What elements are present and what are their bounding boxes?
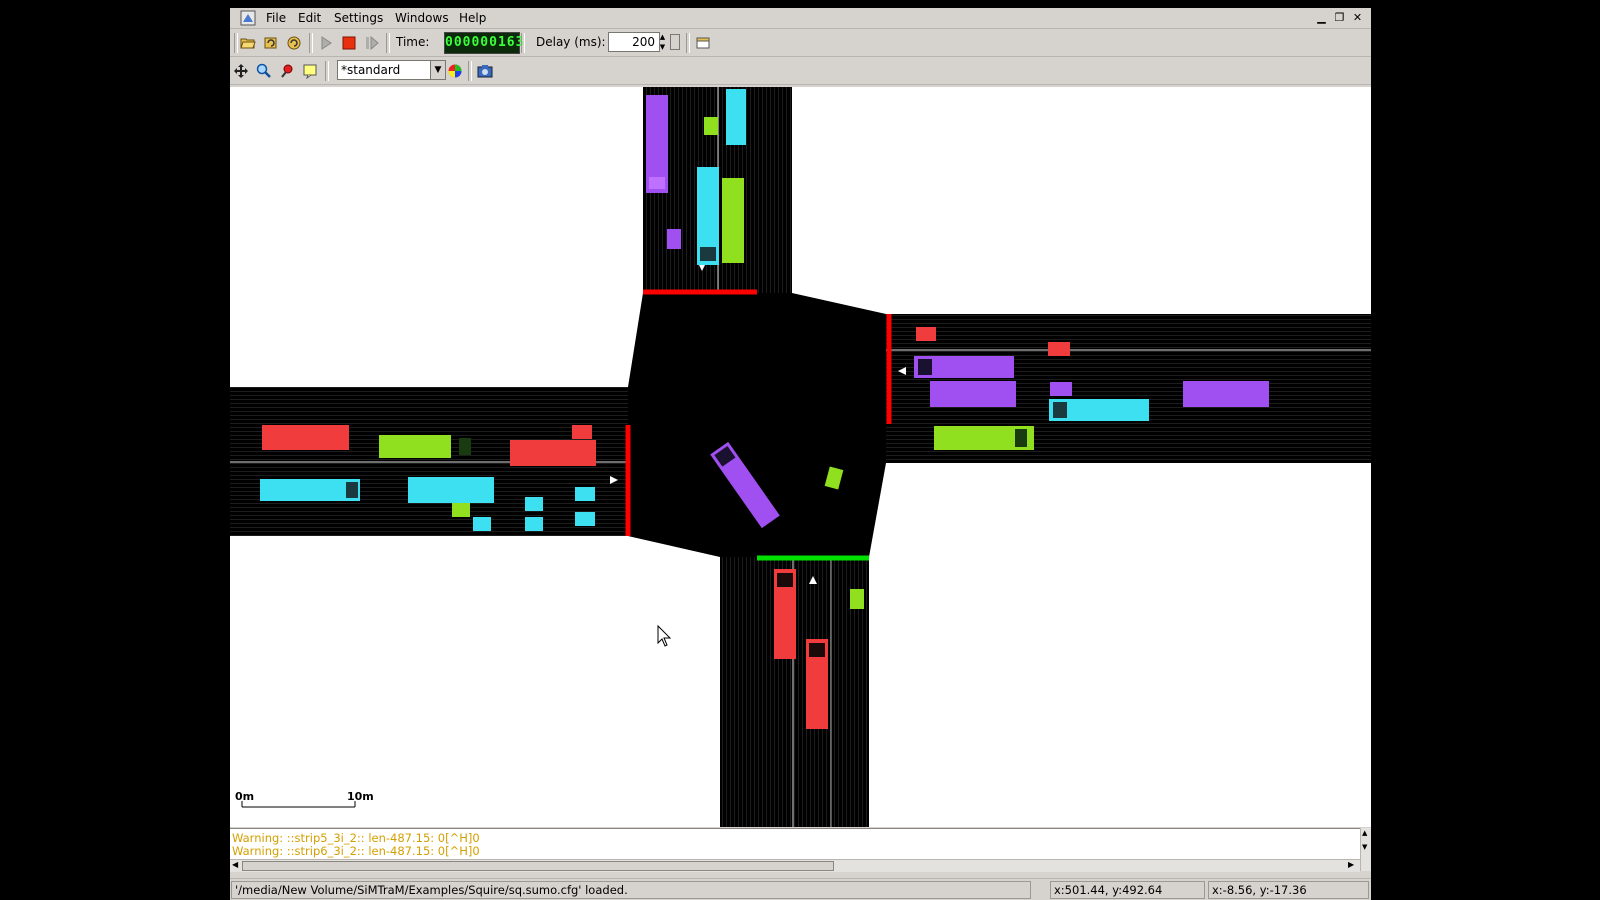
menu-file[interactable]: File <box>266 11 286 25</box>
simulation-toolbar: Time: 000000163 Delay (ms): 200 ▲ ▼ <box>230 29 1371 57</box>
vehicle-small <box>473 517 491 531</box>
status-bar: '/media/New Volume/SiMTraM/Examples/Squi… <box>230 878 1371 900</box>
vehicle-small <box>850 589 864 609</box>
menu-windows[interactable]: Windows <box>395 11 449 25</box>
scrollbar-thumb[interactable] <box>242 861 834 871</box>
toolbar-separator <box>468 61 472 81</box>
vehicle-small <box>667 229 681 249</box>
app-icon <box>240 10 256 26</box>
vehicle-bus-cab <box>649 177 665 189</box>
reload-icon[interactable] <box>261 33 281 53</box>
time-display: 000000163 <box>444 32 523 54</box>
view-toolbar: *standard ▼ <box>230 57 1371 85</box>
scale-end-label: 10m <box>347 790 374 803</box>
vehicle-car <box>726 89 746 145</box>
new-view-icon[interactable] <box>693 33 713 53</box>
toolbar-separator <box>521 33 525 53</box>
toolbar-separator <box>386 33 390 53</box>
scroll-right-icon[interactable]: ▶ <box>1348 860 1354 869</box>
vehicle-bus-cab <box>809 643 825 657</box>
message-vertical-scrollbar[interactable]: ▲ ▼ <box>1360 828 1371 871</box>
vehicle-bus-cab <box>777 573 793 587</box>
status-message: '/media/New Volume/SiMTraM/Examples/Squi… <box>231 881 1031 899</box>
play-icon[interactable] <box>316 33 336 53</box>
scale-start-label: 0m <box>235 790 254 803</box>
delay-spinner-icon[interactable]: ▲ ▼ <box>658 32 667 52</box>
cursor-offset: x:-8.56, y:-17.36 <box>1208 881 1369 899</box>
vehicle-truck <box>262 425 349 450</box>
close-window-icon[interactable]: ✕ <box>1350 10 1365 25</box>
vehicle-truck <box>722 178 744 263</box>
scroll-left-icon[interactable]: ◀ <box>232 860 238 869</box>
mouse-cursor-icon <box>657 624 672 647</box>
delay-label: Delay (ms): <box>536 35 606 49</box>
time-label: Time: <box>396 35 430 49</box>
vehicle-small <box>575 487 595 501</box>
vehicle-small <box>1050 382 1072 396</box>
scroll-up-icon[interactable]: ▲ <box>1362 829 1367 837</box>
vehicle-truck <box>930 381 1016 407</box>
stop-icon[interactable] <box>339 33 359 53</box>
color-wheel-icon[interactable] <box>445 61 465 81</box>
toolbar-separator <box>686 33 690 53</box>
toolbar-separator <box>309 33 313 53</box>
menu-bar: File Edit Settings Windows Help ▁ ❐ ✕ <box>230 8 1371 29</box>
vehicle-bus <box>260 479 360 501</box>
zoom-icon[interactable] <box>254 61 274 81</box>
folder-open-icon[interactable] <box>238 33 258 53</box>
network-view[interactable]: 0m 10m <box>230 87 1371 827</box>
menu-edit[interactable]: Edit <box>298 11 321 25</box>
locate-icon[interactable] <box>277 61 297 81</box>
application-window: File Edit Settings Windows Help ▁ ❐ ✕ Ti… <box>230 8 1371 900</box>
vehicle-bus-cab <box>918 359 932 375</box>
cursor-coordinates: x:501.44, y:492.64 <box>1050 881 1205 899</box>
vehicle-bus-cab <box>700 247 716 261</box>
vehicle-small <box>704 117 718 135</box>
chevron-down-icon[interactable]: ▼ <box>430 61 445 79</box>
vehicle-bus-cab <box>459 438 471 455</box>
vehicle-truck <box>1183 381 1269 407</box>
scheme-select-value: *standard <box>341 63 401 77</box>
vehicle-small <box>525 497 543 511</box>
toolbar-separator <box>325 61 329 81</box>
menu-settings[interactable]: Settings <box>334 11 383 25</box>
vehicle-small <box>572 425 592 439</box>
vehicle-truck <box>408 477 494 503</box>
vehicle-small <box>452 503 470 517</box>
vehicle-small <box>525 517 543 531</box>
vehicle-truck <box>510 440 596 466</box>
delay-slider-icon[interactable] <box>670 34 680 50</box>
vehicle-small <box>1048 342 1070 356</box>
step-icon[interactable] <box>362 33 382 53</box>
pan-icon[interactable] <box>231 61 251 81</box>
network-canvas[interactable]: 0m 10m <box>230 87 1371 827</box>
delay-input[interactable]: 200 <box>608 32 660 52</box>
message-line: Warning: ::strip5_3i_2:: len-487.15: 0[^… <box>232 831 480 845</box>
vehicle-bus-cab <box>1053 402 1067 418</box>
vehicle-small <box>916 327 936 341</box>
close-simulation-icon[interactable] <box>284 33 304 53</box>
vehicle-bus-cab <box>346 482 358 498</box>
vehicle-small <box>575 512 595 526</box>
message-horizontal-scrollbar[interactable]: ◀ ▶ <box>230 859 1360 872</box>
scheme-select[interactable]: *standard ▼ <box>337 60 446 80</box>
restore-icon[interactable]: ❐ <box>1332 10 1347 25</box>
vehicle-bus-cab <box>1015 429 1027 447</box>
camera-icon[interactable] <box>475 61 495 81</box>
menu-help[interactable]: Help <box>459 11 486 25</box>
minimize-icon[interactable]: ▁ <box>1314 10 1329 25</box>
tooltip-icon[interactable] <box>300 61 320 81</box>
message-line: Warning: ::strip6_3i_2:: len-487.15: 0[^… <box>232 844 480 858</box>
vehicle-bus <box>379 435 451 458</box>
scroll-down-icon[interactable]: ▼ <box>1362 843 1367 851</box>
